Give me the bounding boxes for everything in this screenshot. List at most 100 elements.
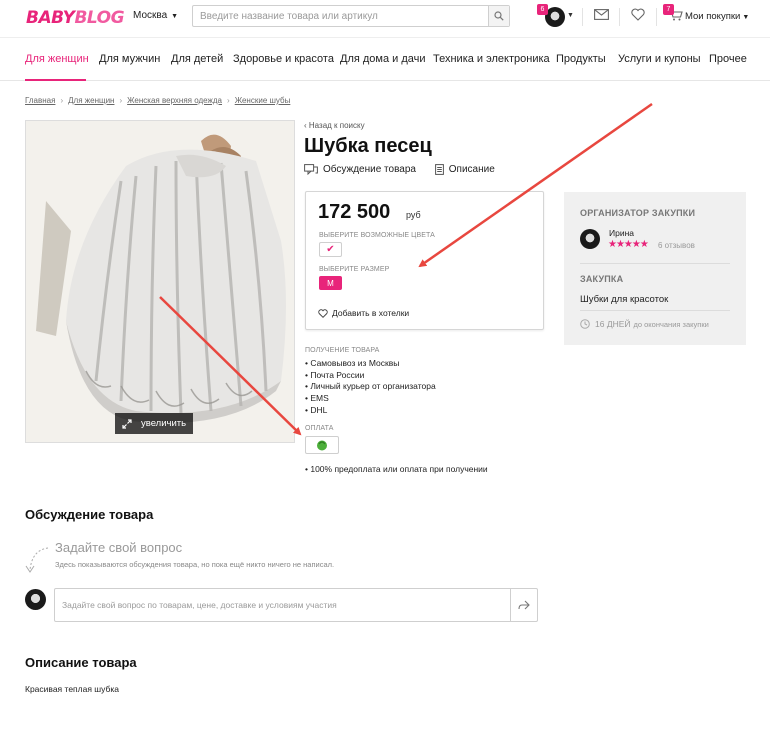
clock-icon: [580, 319, 590, 329]
breadcrumb-fur-coats[interactable]: Женские шубы: [235, 96, 291, 105]
search-icon: [494, 11, 504, 21]
organizer-title: ОРГАНИЗАТОР ЗАКУПКИ: [580, 208, 696, 218]
rating-stars-icon: ★★★★★: [608, 239, 649, 250]
ask-question-subtitle: Здесь показываются обсуждения товара, но…: [55, 560, 335, 569]
price-card: 172 500 руб ВЫБЕРИТЕ ВОЗМОЖНЫЕ ЦВЕТА ✔ В…: [305, 191, 544, 330]
chevron-right-icon: ›: [227, 96, 230, 105]
days-suffix: до окончания закупки: [633, 319, 709, 329]
divider: [580, 310, 730, 311]
heart-icon[interactable]: [631, 8, 645, 21]
description-text: Красивая теплая шубка: [25, 684, 119, 694]
delivery-option: Личный курьер от организатора: [305, 381, 435, 393]
breadcrumb-home[interactable]: Главная: [25, 96, 55, 105]
dashed-arrow-icon: [25, 547, 49, 573]
divider: [656, 8, 657, 26]
delivery-title: ПОЛУЧЕНИЕ ТОВАРА: [305, 347, 380, 354]
size-option-m[interactable]: M: [319, 276, 342, 290]
city-label: Москва: [133, 10, 168, 21]
tab-discussion[interactable]: Обсуждение товара: [304, 164, 416, 175]
send-button[interactable]: [510, 589, 537, 621]
days-number: 16 ДНЕЙ: [595, 319, 631, 329]
babyblog-logo[interactable]: BABYBLOG: [26, 8, 125, 28]
organizer-panel: ОРГАНИЗАТОР ЗАКУПКИ Ирина ★★★★★ 6 отзыво…: [564, 192, 746, 345]
breadcrumb-women[interactable]: Для женщин: [68, 96, 114, 105]
tab-description[interactable]: Описание: [434, 164, 495, 175]
active-tab-underline: [25, 79, 86, 81]
wishlist-label: Добавить в хотелки: [332, 308, 410, 318]
nav-item-kids[interactable]: Для детей: [171, 53, 223, 65]
delivery-option: DHL: [305, 405, 436, 417]
profile-badge: 6: [537, 4, 548, 15]
nav-item-services[interactable]: Услуги и купоны: [618, 53, 701, 65]
top-header: BABYBLOG Москва▼ 6 ▼ 7 Мои покупки▼: [0, 0, 770, 36]
search-box: [192, 5, 510, 27]
cart-badge: 7: [663, 4, 674, 15]
search-input[interactable]: [193, 6, 483, 27]
organizer-avatar[interactable]: [580, 229, 600, 249]
tab-description-label: Описание: [448, 164, 495, 175]
size-label: ВЫБЕРИТЕ РАЗМЕР: [319, 266, 390, 273]
nav-item-food[interactable]: Продукты: [556, 53, 606, 65]
days-left: 16 ДНЕЙ до окончания закупки: [580, 319, 709, 329]
nav-item-health-beauty[interactable]: Здоровье и красота: [233, 53, 334, 65]
discussion-heading: Обсуждение товара: [25, 507, 154, 522]
reviews-link[interactable]: 6 отзывов: [658, 241, 695, 250]
nav-item-men[interactable]: Для мужчин: [99, 53, 160, 65]
organizer-name[interactable]: Ирина: [609, 228, 634, 238]
nav-item-home-garden[interactable]: Для дома и дачи: [340, 53, 426, 65]
chevron-right-icon: ›: [119, 96, 123, 105]
price-currency: руб: [406, 210, 421, 220]
city-selector[interactable]: Москва ▼: [133, 10, 178, 21]
divider: [619, 8, 620, 26]
nav-item-electronics[interactable]: Техника и электроника: [433, 53, 550, 65]
color-checkbox[interactable]: ✔: [319, 242, 342, 257]
delivery-option: Почта России: [305, 370, 436, 382]
add-to-wishlist-button[interactable]: Добавить в хотелки: [318, 308, 409, 318]
product-tabs: Обсуждение товара Описание: [304, 164, 511, 178]
mail-icon[interactable]: [594, 9, 609, 20]
delivery-list: Самовывоз из Москвы Почта России Личный …: [305, 358, 436, 417]
product-photo[interactable]: [25, 120, 295, 443]
back-to-search-link[interactable]: ‹ Назад к поиску: [304, 121, 365, 130]
search-button[interactable]: [488, 6, 509, 26]
document-icon: [434, 164, 444, 175]
delivery-option: EMS: [305, 393, 436, 405]
chevron-down-icon[interactable]: ▼: [567, 12, 574, 19]
checkmark-icon: ✔: [326, 244, 335, 255]
product-title: Шубка песец: [304, 135, 432, 157]
tab-discussion-label: Обсуждение товара: [323, 164, 416, 175]
category-nav: Для женщин Для мужчин Для детей Здоровье…: [0, 37, 770, 81]
send-icon: [518, 600, 530, 610]
my-purchases-label: Мои покупки: [685, 11, 741, 22]
chat-icon: [304, 164, 318, 175]
heart-icon: [318, 308, 328, 318]
breadcrumb: Главная › Для женщин › Женская верхняя одежд…: [25, 96, 290, 105]
payment-title: ОПЛАТА: [305, 425, 334, 432]
chevron-right-icon: ›: [60, 96, 64, 105]
question-input[interactable]: [55, 589, 505, 621]
my-purchases-menu[interactable]: Мои покупки ▼: [685, 11, 749, 22]
nav-item-other[interactable]: Прочее: [709, 53, 747, 65]
profile-avatar[interactable]: [545, 7, 565, 27]
breadcrumb-outerwear[interactable]: Женская верхняя одежда: [127, 96, 222, 105]
question-box: [54, 588, 538, 622]
colors-label: ВЫБЕРИТЕ ВОЗМОЖНЫЕ ЦВЕТА: [319, 232, 435, 239]
expand-icon: [122, 418, 132, 429]
ask-question-title: Задайте свой вопрос: [55, 540, 183, 555]
payment-icon: [317, 440, 327, 451]
divider: [580, 263, 730, 264]
zoom-label: увеличить: [141, 418, 187, 429]
fur-coat-image: [26, 121, 294, 442]
chevron-down-icon: ▼: [742, 14, 750, 21]
purchase-name[interactable]: Шубки для красоток: [580, 294, 668, 305]
chevron-down-icon: ▼: [171, 13, 179, 20]
divider: [582, 8, 583, 26]
purchase-title: ЗАКУПКА: [580, 274, 624, 284]
zoom-button[interactable]: увеличить: [115, 413, 193, 434]
description-heading: Описание товара: [25, 655, 137, 670]
user-avatar: [25, 589, 46, 610]
nav-item-women[interactable]: Для женщин: [25, 53, 89, 65]
payment-method-button[interactable]: [305, 436, 339, 454]
price-value: 172 500: [318, 201, 391, 223]
payment-note: • 100% предоплата или оплата при получен…: [305, 464, 488, 474]
